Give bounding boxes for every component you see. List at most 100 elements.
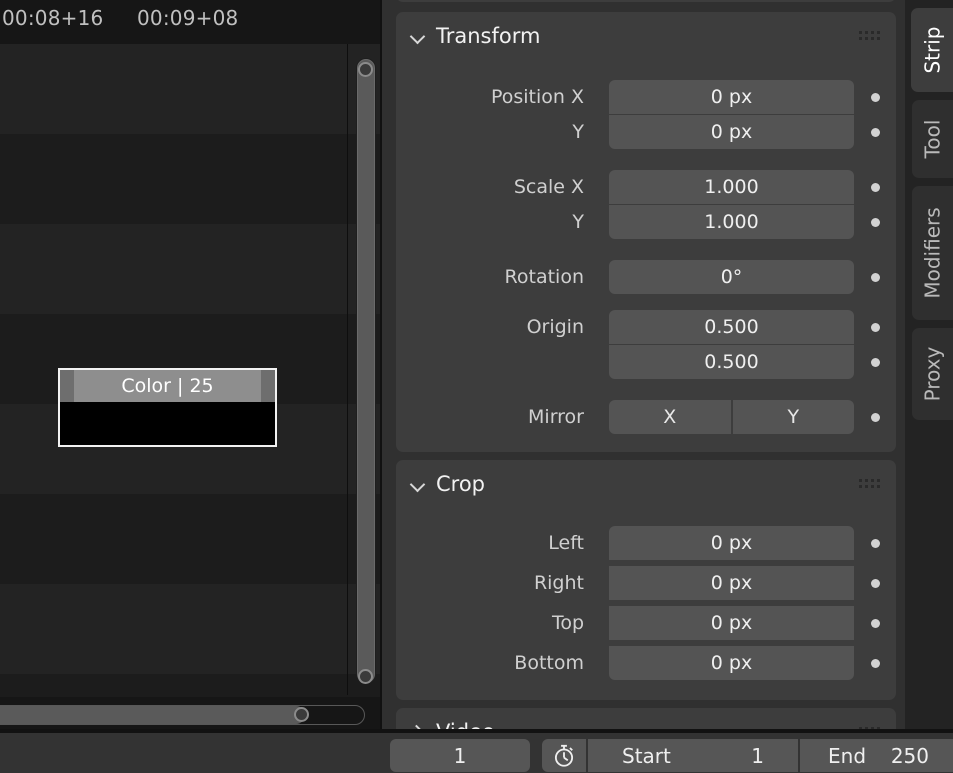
animate-decorator-dot[interactable] bbox=[871, 183, 880, 192]
label-crop-right: Right bbox=[533, 572, 584, 594]
timecode-label: 00:08+16 bbox=[2, 6, 104, 30]
field-origin-x[interactable]: 0.500 bbox=[609, 310, 854, 344]
mirror-x-toggle[interactable]: X bbox=[609, 400, 731, 434]
properties-tab-column: Strip Tool Modifiers Proxy bbox=[905, 0, 953, 733]
strip-label: Color | 25 bbox=[121, 375, 214, 397]
field-position-x[interactable]: 0 px bbox=[609, 80, 854, 114]
channel-divider bbox=[347, 44, 348, 695]
label-rotation: Rotation bbox=[504, 266, 584, 288]
animate-decorator-dot[interactable] bbox=[871, 619, 880, 628]
sequence-strip[interactable]: Color | 25 bbox=[58, 368, 277, 447]
panel-crop-header[interactable]: Crop bbox=[396, 460, 896, 508]
field-crop-right[interactable]: 0 px bbox=[609, 566, 854, 600]
property-row-position-x: Position X 0 px bbox=[396, 80, 896, 114]
label-position-y: Y bbox=[572, 121, 584, 143]
field-separator bbox=[609, 640, 854, 641]
field-crop-top[interactable]: 0 px bbox=[609, 606, 854, 640]
timeline-footer-bar: 1 Start 1 End 250 bbox=[0, 733, 953, 773]
channel-band bbox=[0, 584, 380, 674]
mirror-toggle-group: X Y bbox=[609, 400, 854, 434]
channel-band bbox=[0, 224, 380, 314]
field-scale-x[interactable]: 1.000 bbox=[609, 170, 854, 204]
animate-decorator-dot[interactable] bbox=[871, 218, 880, 227]
tab-proxy-label: Proxy bbox=[920, 346, 945, 402]
end-frame-label: End bbox=[828, 743, 867, 768]
property-row-scale-x: Scale X 1.000 bbox=[396, 170, 896, 204]
tab-tool[interactable]: Tool bbox=[912, 100, 953, 178]
channel-band bbox=[0, 134, 380, 224]
panel-transform-title: Transform bbox=[436, 24, 541, 48]
horizontal-scroll-zoom-handle[interactable] bbox=[294, 707, 309, 722]
tab-strip[interactable]: Strip bbox=[911, 8, 953, 92]
chevron-down-icon bbox=[410, 28, 426, 44]
field-position-y[interactable]: 0 px bbox=[609, 115, 854, 149]
channel-band bbox=[0, 494, 380, 584]
start-frame-field[interactable]: Start 1 bbox=[588, 739, 798, 772]
property-row-origin-y: 0.500 bbox=[396, 345, 896, 379]
label-scale-x: Scale X bbox=[513, 176, 584, 198]
label-origin-y bbox=[396, 345, 596, 379]
horizontal-scrollbar-thumb[interactable] bbox=[0, 706, 305, 724]
channel-band bbox=[0, 44, 380, 134]
animate-decorator-dot[interactable] bbox=[871, 128, 880, 137]
stopwatch-icon[interactable] bbox=[542, 739, 586, 772]
grip-dots-icon[interactable] bbox=[859, 479, 880, 490]
timeline-ruler[interactable]: 00:08+16 00:09+08 bbox=[0, 0, 380, 44]
panel-clipped-top bbox=[396, 0, 896, 2]
property-row-crop-bottom: Bottom 0 px bbox=[396, 646, 896, 680]
field-origin-y[interactable]: 0.500 bbox=[609, 345, 854, 379]
panel-transform-header[interactable]: Transform bbox=[396, 12, 896, 60]
tab-modifiers-label: Modifiers bbox=[920, 207, 945, 299]
frame-range-group: Start 1 End 250 bbox=[542, 739, 953, 772]
field-separator bbox=[609, 600, 854, 601]
animate-decorator-dot[interactable] bbox=[871, 93, 880, 102]
label-mirror: Mirror bbox=[528, 406, 584, 428]
animate-decorator-dot[interactable] bbox=[871, 358, 880, 367]
animate-decorator-dot[interactable] bbox=[871, 579, 880, 588]
field-separator bbox=[609, 560, 854, 561]
animate-decorator-dot[interactable] bbox=[871, 413, 880, 422]
start-frame-label: Start bbox=[622, 743, 671, 768]
field-crop-left[interactable]: 0 px bbox=[609, 526, 854, 560]
field-rotation[interactable]: 0° bbox=[609, 260, 854, 294]
animate-decorator-dot[interactable] bbox=[871, 273, 880, 282]
property-row-scale-y: Y 1.000 bbox=[396, 205, 896, 239]
label-crop-top: Top bbox=[551, 612, 584, 634]
mirror-y-toggle[interactable]: Y bbox=[732, 400, 854, 434]
label-position-x: Position X bbox=[490, 86, 584, 108]
start-frame-value: 1 bbox=[751, 743, 764, 768]
tab-proxy[interactable]: Proxy bbox=[912, 328, 953, 420]
panel-crop-title: Crop bbox=[436, 472, 486, 496]
animate-decorator-dot[interactable] bbox=[871, 323, 880, 332]
property-row-mirror: Mirror X Y bbox=[396, 400, 896, 434]
label-crop-left: Left bbox=[548, 532, 584, 554]
tab-strip-label: Strip bbox=[920, 26, 945, 74]
panel-transform: Transform Position X 0 px Y 0 px Scale X… bbox=[396, 12, 896, 452]
vertical-scroll-zoom-handle-top[interactable] bbox=[358, 62, 373, 77]
tab-tool-label: Tool bbox=[920, 119, 945, 159]
label-crop-bottom: Bottom bbox=[514, 652, 584, 674]
blender-vse-window: 00:08+16 00:09+08 Color | 25 Transform P… bbox=[0, 0, 953, 773]
animate-decorator-dot[interactable] bbox=[871, 659, 880, 668]
field-crop-bottom[interactable]: 0 px bbox=[609, 646, 854, 680]
tab-modifiers[interactable]: Modifiers bbox=[912, 186, 953, 320]
property-row-crop-right: Right 0 px bbox=[396, 566, 896, 600]
property-row-crop-left: Left 0 px bbox=[396, 526, 896, 560]
panel-crop: Crop Left 0 px Right 0 px Top 0 px Botto… bbox=[396, 460, 896, 700]
end-frame-field[interactable]: End 250 bbox=[800, 739, 953, 772]
label-origin: Origin bbox=[526, 316, 584, 338]
strip-body bbox=[60, 402, 275, 445]
grip-dots-icon[interactable] bbox=[859, 31, 880, 42]
property-row-origin-x: Origin 0.500 bbox=[396, 310, 896, 344]
chevron-down-icon bbox=[410, 476, 426, 492]
strip-properties-region: Transform Position X 0 px Y 0 px Scale X… bbox=[382, 0, 905, 733]
vertical-scrollbar-thumb[interactable] bbox=[357, 59, 375, 683]
field-scale-y[interactable]: 1.000 bbox=[609, 205, 854, 239]
vertical-scroll-zoom-handle-bottom[interactable] bbox=[358, 669, 373, 684]
property-row-crop-top: Top 0 px bbox=[396, 606, 896, 640]
end-frame-value: 250 bbox=[890, 743, 929, 768]
current-frame-field[interactable]: 1 bbox=[390, 739, 530, 772]
timecode-label: 00:09+08 bbox=[137, 6, 239, 30]
sequencer-timeline[interactable]: 00:08+16 00:09+08 Color | 25 bbox=[0, 0, 380, 733]
animate-decorator-dot[interactable] bbox=[871, 539, 880, 548]
